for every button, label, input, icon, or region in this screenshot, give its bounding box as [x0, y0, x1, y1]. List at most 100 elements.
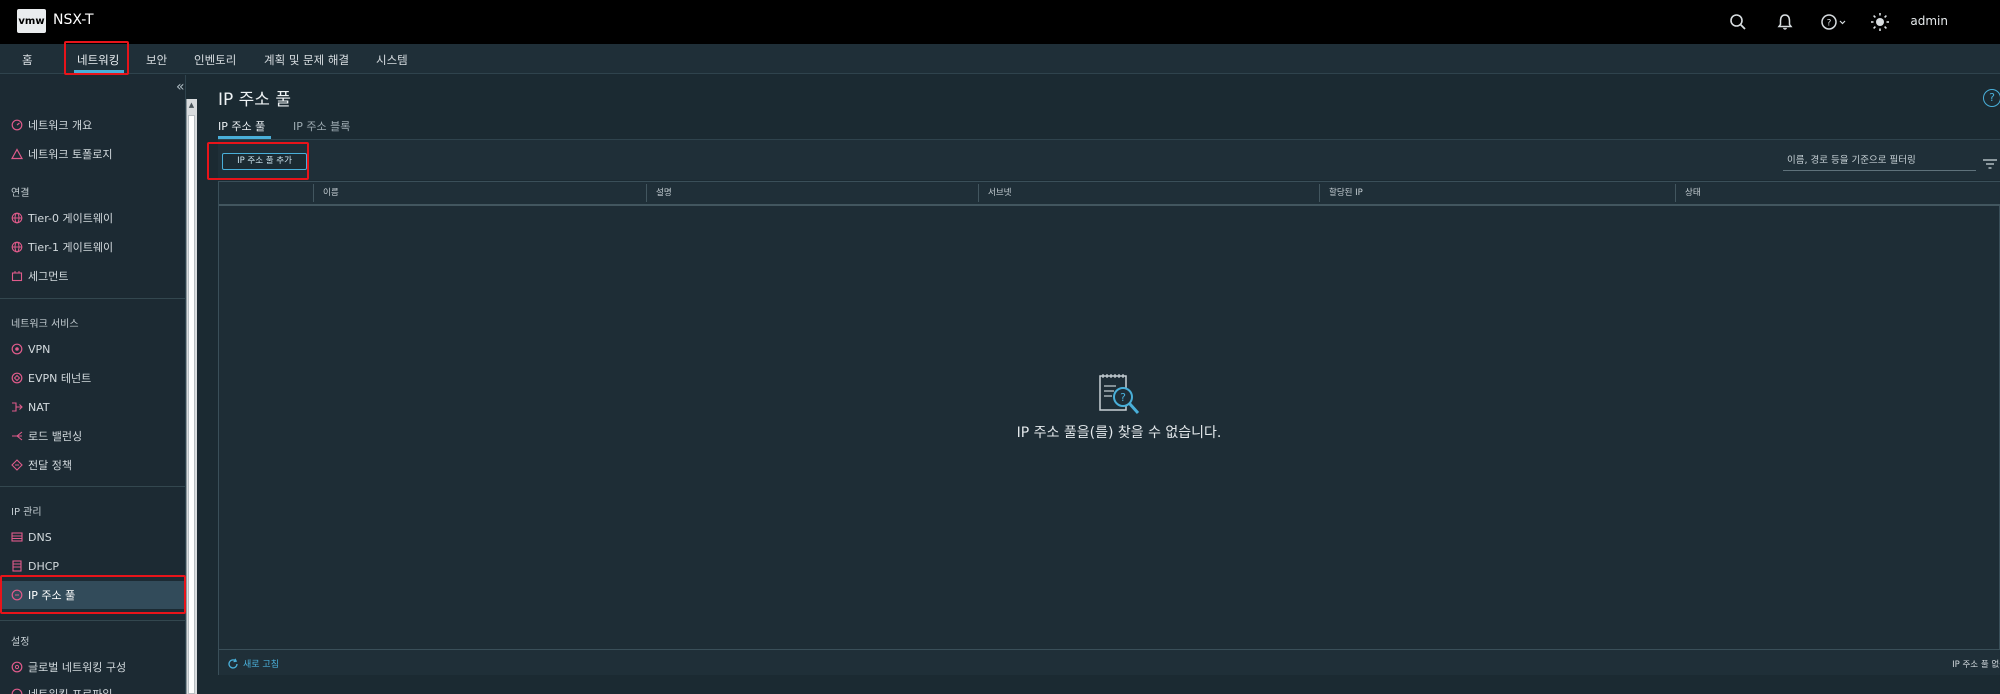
tab-ip-address-blocks[interactable]: IP 주소 블록: [293, 118, 350, 134]
sidebar-item-label: DNS: [28, 530, 52, 544]
sidebar-item-label: 네트워크 개요: [28, 119, 93, 132]
sidebar-item-network-overview[interactable]: 네트워크 개요: [0, 112, 185, 138]
search-icon[interactable]: [1727, 11, 1749, 33]
nav-security[interactable]: 보안: [146, 52, 167, 68]
sidebar-divider: [0, 620, 185, 621]
sidebar-item-dns[interactable]: DNS: [0, 524, 185, 550]
footer-count: IP 주소 풀 없음: [1952, 660, 2000, 670]
sidebar-item-nat[interactable]: NAT: [0, 394, 185, 420]
profile-icon: [11, 688, 23, 694]
ip-pool-icon: [11, 589, 23, 601]
svg-text:?: ?: [1120, 391, 1126, 404]
sidebar-item-label: 세그먼트: [28, 270, 69, 283]
collapse-sidebar-icon[interactable]: «: [176, 79, 185, 95]
sidebar-item-label: 글로벌 네트워킹 구성: [28, 661, 127, 674]
nav-active-indicator: [74, 70, 124, 73]
column-header-status[interactable]: 상태: [1677, 182, 1701, 204]
sidebar-item-segments[interactable]: 세그먼트: [0, 263, 185, 289]
sidebar-item-global-networking-config[interactable]: 글로벌 네트워킹 구성: [0, 654, 185, 680]
sidebar-section-ip-management: IP 관리: [11, 507, 42, 518]
sidebar-item-label: EVPN 테넌트: [28, 372, 92, 385]
vpn-icon: [11, 343, 23, 355]
sidebar-item-forwarding-policy[interactable]: 전달 정책: [0, 452, 185, 478]
dns-icon: [11, 531, 23, 543]
sidebar-section-connectivity: 연결: [11, 188, 30, 199]
nat-icon: [11, 401, 23, 413]
add-ip-pool-button[interactable]: IP 주소 풀 추가: [222, 153, 307, 170]
scroll-up-arrow-icon[interactable]: ▲: [187, 101, 196, 109]
sidebar-item-label: NAT: [28, 400, 50, 414]
sidebar-item-tier1[interactable]: Tier-1 게이트웨이: [0, 234, 185, 260]
sidebar-item-network-topology[interactable]: 네트워크 토폴로지: [0, 141, 185, 167]
scrollbar-thumb[interactable]: [188, 115, 195, 694]
sidebar-item-networking-profiles[interactable]: 네트워킹 프로파일: [0, 681, 185, 694]
help-icon[interactable]: ?: [1983, 89, 2000, 107]
column-separator: [646, 184, 647, 202]
sidebar-item-label: 네트워크 토폴로지: [28, 148, 113, 161]
empty-state-message: IP 주소 풀을(를) 찾을 수 없습니다.: [1016, 425, 1222, 441]
tab-ip-address-pools[interactable]: IP 주소 풀: [218, 118, 265, 134]
nav-system[interactable]: 시스템: [376, 52, 408, 68]
sidebar: « 네트워크 개요 네트워크 토폴로지 연결 Tier-0 게이트웨이 Tier…: [0, 75, 186, 694]
svg-text:?: ?: [1827, 19, 1832, 29]
sidebar-item-tier0[interactable]: Tier-0 게이트웨이: [0, 205, 185, 231]
vmware-logo: vmw: [17, 9, 46, 33]
main-content: IP 주소 풀 ? IP 주소 풀 IP 주소 블록 IP 주소 풀 추가 이름…: [198, 75, 2000, 694]
sidebar-item-ip-address-pools[interactable]: IP 주소 풀: [0, 581, 185, 609]
evpn-icon: [11, 372, 23, 384]
topology-icon: [11, 148, 23, 160]
dhcp-icon: [11, 560, 23, 572]
sidebar-item-label: VPN: [28, 342, 51, 356]
gauge-icon: [11, 119, 23, 131]
nsx-app: vmw NSX-T ? admin 홈 네트워킹 보안 인벤토리 계획 및 문제…: [0, 0, 2000, 694]
nav-home[interactable]: 홈: [22, 52, 33, 68]
sidebar-item-evpn-tenant[interactable]: EVPN 테넌트: [0, 365, 185, 391]
refresh-icon: [228, 658, 238, 669]
sidebar-divider: [0, 486, 185, 487]
filter-icon[interactable]: [1982, 155, 1998, 169]
refresh-label: 새로 고침: [243, 660, 279, 670]
segment-icon: [11, 270, 23, 282]
column-header-name[interactable]: 이름: [315, 182, 339, 204]
sidebar-section-settings: 설정: [11, 637, 30, 648]
sidebar-item-dhcp[interactable]: DHCP: [0, 553, 185, 579]
sidebar-divider: [0, 298, 185, 299]
column-separator: [313, 184, 314, 202]
grid-footer: 새로 고침 IP 주소 풀 없음: [219, 649, 2000, 675]
sidebar-item-label: 네트워킹 프로파일: [28, 686, 112, 694]
sun-icon[interactable]: [1869, 11, 1891, 33]
nav-plan-troubleshoot[interactable]: 계획 및 문제 해결: [264, 52, 349, 68]
refresh-button[interactable]: 새로 고침: [227, 657, 279, 670]
column-separator: [1675, 184, 1676, 202]
globe-icon: [11, 212, 23, 224]
column-separator: [978, 184, 979, 202]
sidebar-scrollbar[interactable]: ▲: [186, 99, 197, 694]
global-config-icon: [11, 661, 23, 673]
forwarding-icon: [11, 459, 23, 471]
sidebar-item-load-balancing[interactable]: 로드 밸런싱: [0, 423, 185, 449]
grid-header: 이름 설명 서브넷 할당된 IP 상태: [219, 182, 2000, 206]
column-header-subnets[interactable]: 서브넷: [980, 182, 1011, 204]
column-header-allocated-ips[interactable]: 할당된 IP: [1321, 182, 1363, 204]
app-title: NSX-T: [53, 12, 94, 28]
sidebar-section-network-services: 네트워크 서비스: [11, 319, 79, 330]
nav-inventory[interactable]: 인벤토리: [194, 52, 236, 68]
globe-icon: [11, 241, 23, 253]
sidebar-item-label: Tier-1 게이트웨이: [28, 241, 114, 254]
sidebar-item-label: 로드 밸런싱: [28, 430, 83, 443]
column-separator: [1319, 184, 1320, 202]
top-header: vmw NSX-T ? admin: [0, 0, 2000, 44]
user-menu[interactable]: admin: [1910, 14, 1948, 28]
filter-input[interactable]: [1783, 151, 1976, 171]
load-balancer-icon: [11, 430, 23, 442]
nav-networking[interactable]: 네트워킹: [77, 52, 119, 68]
grid-toolbar: [218, 140, 2000, 180]
bell-icon[interactable]: [1774, 11, 1796, 33]
column-header-description[interactable]: 설명: [648, 182, 672, 204]
empty-search-icon: ?: [1099, 374, 1140, 415]
sidebar-item-label: DHCP: [28, 559, 60, 573]
sidebar-item-label: 전달 정책: [28, 459, 72, 472]
sidebar-item-vpn[interactable]: VPN: [0, 336, 185, 362]
help-menu-icon[interactable]: ?: [1819, 11, 1849, 33]
sidebar-item-label: IP 주소 풀: [28, 589, 76, 602]
